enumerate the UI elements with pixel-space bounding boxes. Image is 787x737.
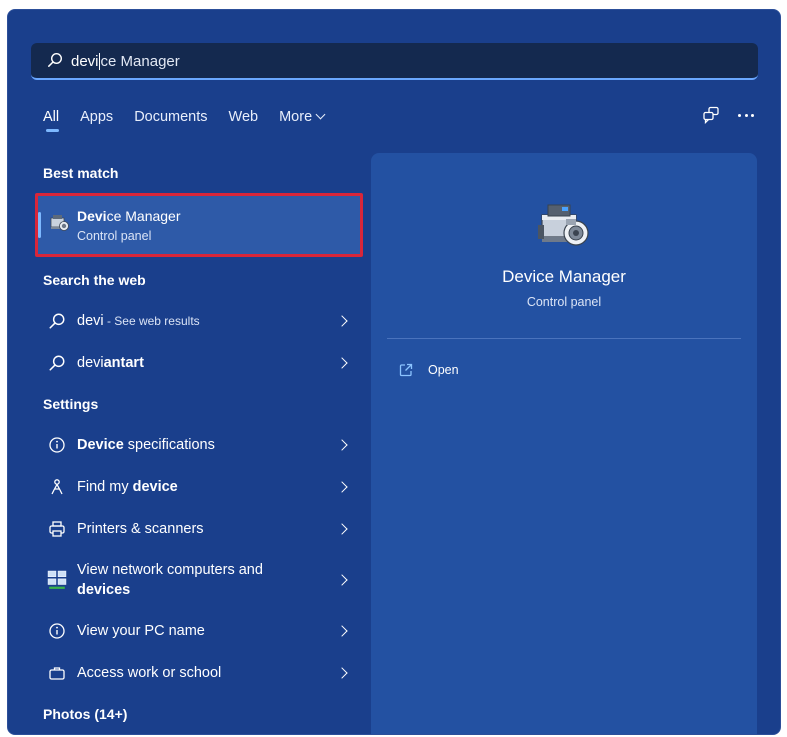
best-match-result[interactable]: Device Manager Control panel	[35, 193, 363, 257]
chevron-down-icon	[315, 109, 326, 120]
web-result-row[interactable]: deviantart	[38, 344, 358, 382]
settings-item-label: Device specifications	[77, 437, 215, 453]
preview-subtitle: Control panel	[526, 295, 602, 309]
settings-item-label: View network computers and devices	[77, 562, 263, 598]
chevron-right-icon	[336, 574, 348, 586]
settings-item-work-school[interactable]: Access work or school	[38, 654, 358, 692]
web-result-row[interactable]: devi - See web results	[38, 302, 358, 340]
device-manager-icon	[538, 204, 589, 246]
find-device-icon	[51, 479, 63, 495]
chevron-right-icon	[336, 625, 348, 637]
settings-item-device-specifications[interactable]: Device specifications	[38, 426, 358, 464]
best-match-title: Device Manager	[77, 208, 181, 224]
settings-item-network-computers[interactable]: View network computers and devices	[38, 557, 358, 603]
settings-heading: Settings	[43, 396, 99, 412]
chevron-right-icon	[336, 439, 348, 451]
settings-item-label: Find my device	[77, 479, 178, 495]
tab-documents[interactable]: Documents	[134, 108, 207, 134]
settings-item-pc-name[interactable]: View your PC name	[38, 612, 358, 650]
tab-more[interactable]: More	[279, 108, 326, 134]
result-preview-panel: Device Manager Control panel Open	[371, 153, 757, 734]
web-result-label: devi - See web results	[77, 313, 200, 329]
open-label: Open	[428, 363, 459, 377]
feedback-icon[interactable]	[702, 106, 720, 124]
selection-indicator	[38, 212, 41, 238]
start-search-window: devi ce Manager All Apps Documents Web Mo…	[7, 9, 781, 735]
best-match-heading: Best match	[43, 165, 119, 181]
info-icon	[49, 623, 65, 639]
chevron-right-icon	[336, 481, 348, 493]
info-icon	[49, 437, 65, 453]
divider	[387, 338, 741, 339]
tab-all[interactable]: All	[43, 108, 60, 134]
chevron-right-icon	[336, 357, 348, 369]
photos-heading[interactable]: Photos (14+)	[43, 706, 127, 722]
tab-more-label: More	[279, 109, 313, 125]
search-query-typed: devi	[71, 52, 99, 70]
search-icon	[48, 52, 63, 67]
more-options-icon[interactable]	[738, 106, 754, 124]
settings-item-printers-scanners[interactable]: Printers & scanners	[38, 510, 358, 548]
printer-icon	[49, 521, 65, 537]
web-result-label: deviantart	[77, 355, 144, 371]
top-right-actions	[702, 106, 754, 124]
open-action[interactable]: Open	[399, 360, 459, 380]
settings-item-label: Access work or school	[77, 665, 222, 681]
search-web-heading: Search the web	[43, 272, 146, 288]
chevron-right-icon	[336, 315, 348, 327]
tab-apps[interactable]: Apps	[80, 108, 113, 134]
briefcase-icon	[49, 667, 65, 680]
settings-item-find-my-device[interactable]: Find my device	[38, 468, 358, 506]
preview-title: Device Manager	[502, 267, 626, 286]
filter-tabs: All Apps Documents Web More	[43, 108, 345, 138]
chevron-right-icon	[336, 523, 348, 535]
chevron-right-icon	[336, 667, 348, 679]
settings-item-label: View your PC name	[77, 623, 205, 639]
search-input[interactable]: devi ce Manager	[71, 51, 731, 71]
search-icon	[49, 313, 65, 329]
search-bar[interactable]: devi ce Manager	[31, 43, 758, 80]
tab-web[interactable]: Web	[229, 108, 259, 134]
open-external-icon	[399, 363, 413, 377]
network-icon	[47, 570, 67, 589]
search-icon	[49, 355, 65, 371]
search-query-suggestion: ce Manager	[100, 52, 180, 70]
best-match-subtitle: Control panel	[77, 229, 152, 243]
device-manager-icon	[50, 215, 69, 231]
settings-item-label: Printers & scanners	[77, 521, 204, 537]
